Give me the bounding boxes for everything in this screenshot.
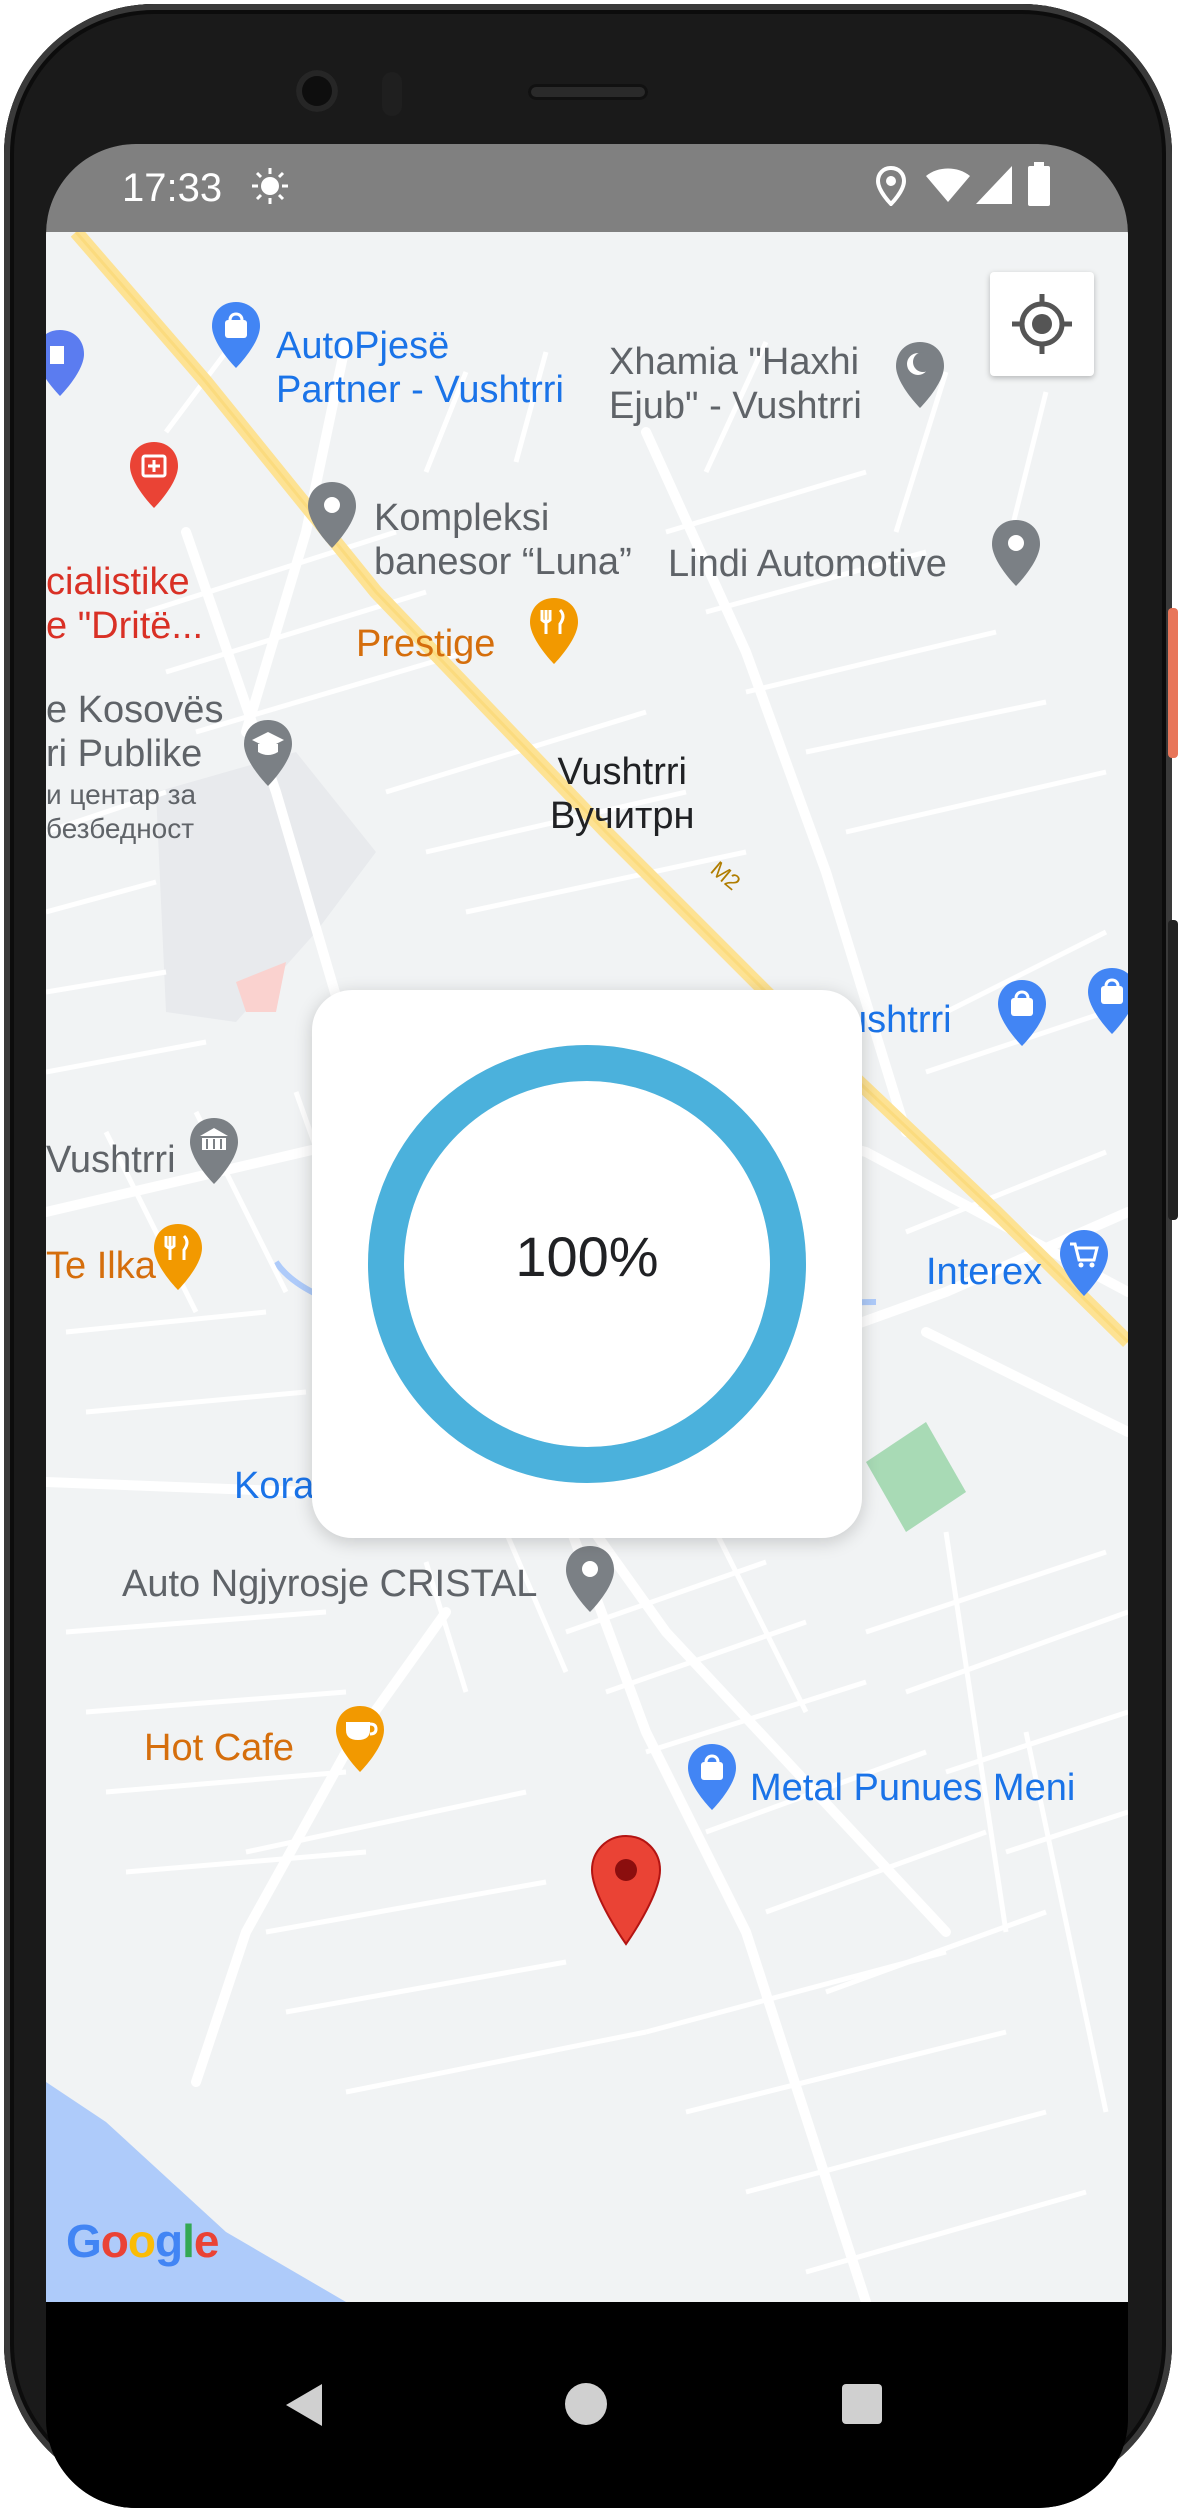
cart-pin-icon[interactable]	[1058, 1228, 1110, 1298]
poi-label-te-ilka[interactable]: Te Ilka	[46, 1244, 156, 1288]
poi-label-vushtrri-museum[interactable]: Vushtrri	[46, 1138, 176, 1182]
fuel-pin-icon[interactable]	[46, 328, 86, 398]
restaurant-pin-icon[interactable]	[528, 596, 580, 666]
restaurant-pin-icon[interactable]	[152, 1222, 204, 1292]
power-button	[1168, 608, 1178, 758]
google-logo-letter: o	[127, 2215, 156, 2267]
cell-signal-icon	[976, 166, 1012, 209]
mosque-pin-icon[interactable]	[894, 340, 946, 410]
poi-label-auto-ngjyrosje[interactable]: Auto Ngjyrosje CRISTAL	[122, 1562, 537, 1606]
poi-label-hot-cafe[interactable]: Hot Cafe	[144, 1726, 294, 1770]
google-logo-letter: l	[182, 2215, 195, 2267]
poi-label-centar[interactable]: и центар за безбедност	[46, 778, 196, 846]
navigation-bar	[46, 2302, 1128, 2508]
back-icon[interactable]	[280, 2380, 330, 2430]
shopping-pin-icon[interactable]	[996, 978, 1048, 1048]
poi-label-kora[interactable]: Kora	[234, 1464, 314, 1508]
hospital-pin-icon[interactable]	[128, 440, 180, 510]
google-logo: Google	[66, 2214, 220, 2268]
poi-label-kosoves[interactable]: e Kosovës ri Publike	[46, 688, 223, 776]
wifi-icon	[926, 168, 970, 209]
poi-label-specialistike[interactable]: cialistike e "Dritë...	[46, 560, 203, 648]
progress-dialog: 100%	[312, 990, 862, 1538]
status-bar: 17:33	[46, 144, 1128, 232]
map-view[interactable]: AutoPjesë Partner - Vushtrri Xhamia "Hax…	[46, 232, 1128, 2302]
volume-button	[1168, 920, 1178, 1220]
cafe-pin-icon[interactable]	[334, 1704, 386, 1774]
place-pin-icon[interactable]	[990, 518, 1042, 588]
school-pin-icon[interactable]	[242, 718, 294, 788]
shopping-pin-icon[interactable]	[686, 1742, 738, 1812]
city-label: Vushtrri Вучитрн	[550, 751, 695, 837]
shopping-pin-icon[interactable]	[1086, 966, 1128, 1036]
progress-percentage: 100%	[515, 1225, 659, 1288]
home-icon[interactable]	[564, 2382, 608, 2426]
google-logo-letter: G	[66, 2215, 102, 2267]
earpiece	[528, 84, 648, 100]
selected-location-marker-icon[interactable]	[590, 1834, 662, 1946]
my-location-icon	[1012, 294, 1072, 354]
recents-icon[interactable]	[840, 2382, 884, 2426]
poi-label-kompleksi[interactable]: Kompleksi banesor “Luna”	[374, 496, 632, 584]
battery-icon	[1028, 162, 1050, 211]
status-time: 17:33	[122, 166, 223, 210]
place-pin-icon[interactable]	[306, 480, 358, 550]
my-location-button[interactable]	[990, 272, 1094, 376]
shopping-pin-icon[interactable]	[210, 300, 262, 370]
place-pin-icon[interactable]	[564, 1544, 616, 1614]
location-icon	[875, 165, 907, 211]
poi-label-xhamia[interactable]: Xhamia "Haxhi Ejub" - Vushtrri	[609, 340, 862, 428]
poi-label-prestige[interactable]: Prestige	[356, 622, 495, 666]
poi-label-metal[interactable]: Metal Punues Meni	[750, 1766, 1075, 1810]
brightness-icon	[250, 166, 290, 211]
sensor	[382, 72, 402, 116]
google-logo-letter: g	[155, 2215, 183, 2267]
poi-label-lindi[interactable]: Lindi Automotive	[668, 542, 947, 586]
museum-pin-icon[interactable]	[188, 1116, 240, 1186]
screen: 17:33 AutoPjesë Partner - Vushtrri Xhami…	[46, 144, 1128, 2508]
front-camera	[296, 70, 338, 112]
poi-label-autopjese[interactable]: AutoPjesë Partner - Vushtrri	[276, 324, 564, 412]
google-logo-letter: e	[193, 2215, 220, 2267]
google-logo-letter: o	[100, 2215, 129, 2267]
poi-label-interex[interactable]: Interex	[926, 1250, 1042, 1294]
